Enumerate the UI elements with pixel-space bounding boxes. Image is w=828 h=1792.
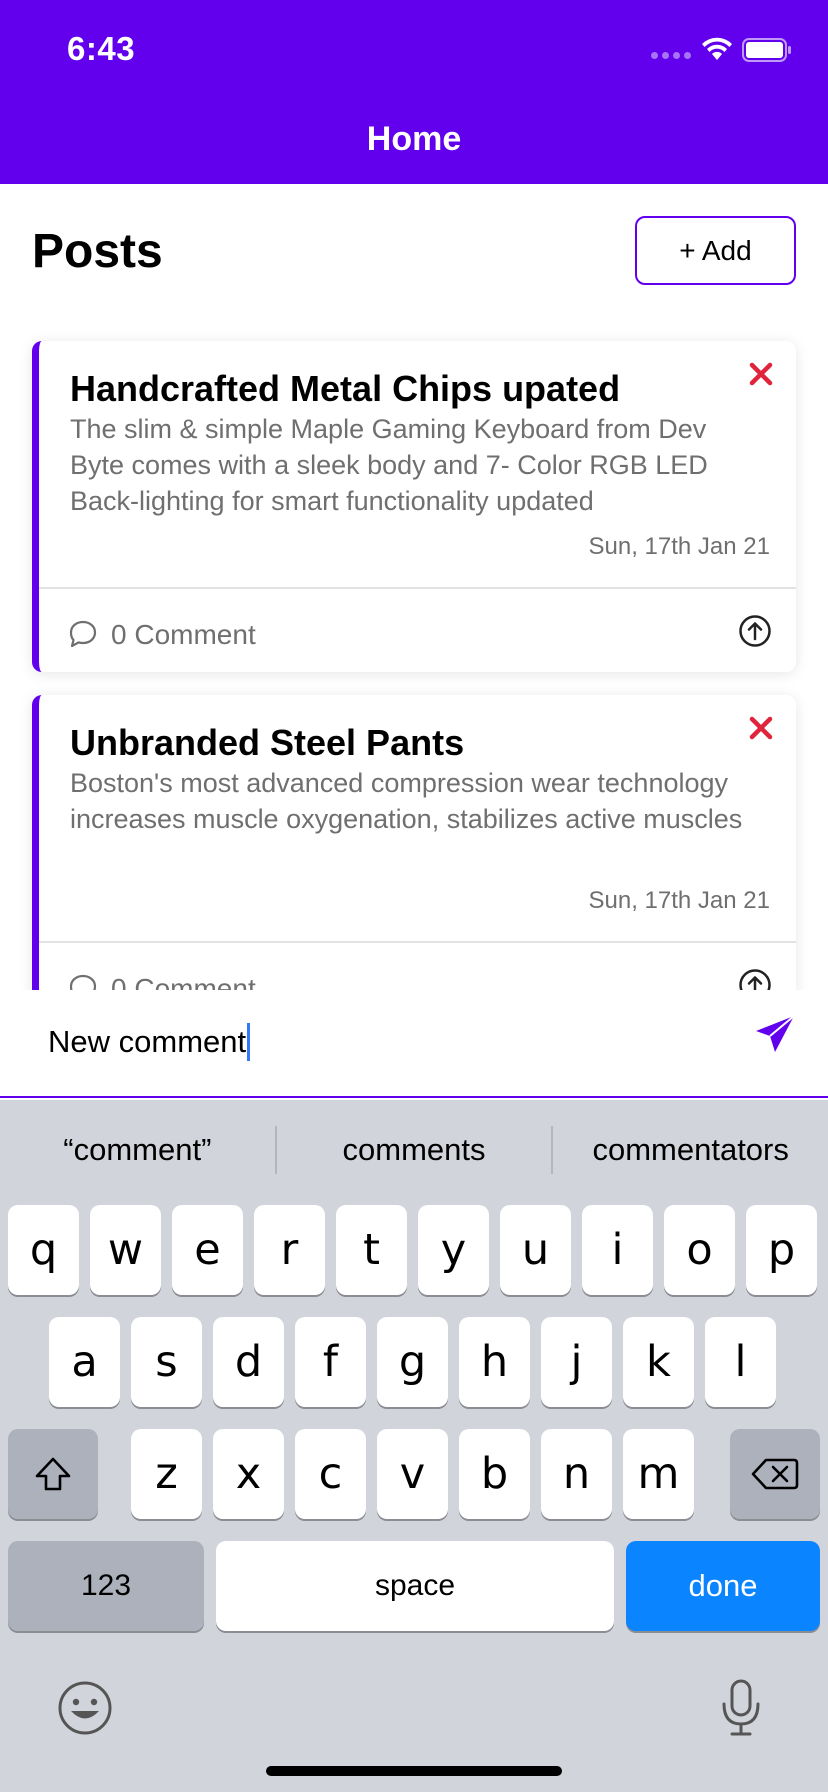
key-h[interactable]: h bbox=[459, 1317, 530, 1407]
backspace-key[interactable] bbox=[730, 1429, 820, 1519]
key-d[interactable]: d bbox=[213, 1317, 284, 1407]
key-c[interactable]: c bbox=[295, 1429, 366, 1519]
suggestion-item[interactable]: comments bbox=[277, 1132, 552, 1168]
comment-count[interactable]: 0 Comment bbox=[111, 619, 256, 651]
cellular-signal-icon bbox=[651, 52, 691, 62]
key-e[interactable]: e bbox=[172, 1205, 243, 1295]
post-date: Sun, 17th Jan 21 bbox=[588, 887, 770, 914]
key-a[interactable]: a bbox=[49, 1317, 120, 1407]
key-k[interactable]: k bbox=[623, 1317, 694, 1407]
key-m[interactable]: m bbox=[623, 1429, 694, 1519]
comment-icon[interactable] bbox=[68, 619, 98, 649]
key-w[interactable]: w bbox=[90, 1205, 161, 1295]
key-n[interactable]: n bbox=[541, 1429, 612, 1519]
comment-bar: New comment bbox=[0, 990, 828, 1098]
key-b[interactable]: b bbox=[459, 1429, 530, 1519]
key-g[interactable]: g bbox=[377, 1317, 448, 1407]
key-u[interactable]: u bbox=[500, 1205, 571, 1295]
close-icon[interactable] bbox=[746, 713, 776, 743]
key-o[interactable]: o bbox=[664, 1205, 735, 1295]
page-title: Posts bbox=[32, 225, 163, 278]
suggestion-bar: “comment” comments commentators bbox=[0, 1100, 828, 1200]
post-body: Boston's most advanced compression wear … bbox=[70, 768, 743, 834]
post-card[interactable]: Handcrafted Metal Chips upated The slim … bbox=[32, 341, 796, 672]
key-x[interactable]: x bbox=[213, 1429, 284, 1519]
backspace-icon bbox=[751, 1458, 799, 1490]
app-header: 6:43 Home bbox=[0, 0, 828, 184]
post-title: Unbranded Steel Pants bbox=[70, 722, 465, 763]
space-key[interactable]: space bbox=[216, 1541, 614, 1631]
add-post-button[interactable]: + Add bbox=[635, 216, 796, 285]
key-f[interactable]: f bbox=[295, 1317, 366, 1407]
comment-input-value: New comment bbox=[48, 1024, 247, 1059]
emoji-icon[interactable] bbox=[57, 1680, 113, 1736]
key-i[interactable]: i bbox=[582, 1205, 653, 1295]
numbers-key[interactable]: 123 bbox=[8, 1541, 204, 1631]
key-q[interactable]: q bbox=[8, 1205, 79, 1295]
key-y[interactable]: y bbox=[418, 1205, 489, 1295]
shift-icon bbox=[35, 1457, 71, 1491]
shift-key[interactable] bbox=[8, 1429, 98, 1519]
divider bbox=[39, 941, 796, 943]
key-l[interactable]: l bbox=[705, 1317, 776, 1407]
battery-icon bbox=[742, 38, 791, 62]
key-j[interactable]: j bbox=[541, 1317, 612, 1407]
post-body: The slim & simple Maple Gaming Keyboard … bbox=[70, 414, 708, 516]
suggestion-item[interactable]: “comment” bbox=[0, 1132, 275, 1168]
send-icon[interactable] bbox=[752, 1012, 798, 1058]
post-date: Sun, 17th Jan 21 bbox=[588, 533, 770, 560]
key-t[interactable]: t bbox=[336, 1205, 407, 1295]
key-s[interactable]: s bbox=[131, 1317, 202, 1407]
upload-icon[interactable] bbox=[738, 614, 772, 648]
suggestion-item[interactable]: commentators bbox=[553, 1132, 828, 1168]
status-time: 6:43 bbox=[67, 30, 136, 67]
text-caret bbox=[247, 1023, 251, 1061]
wifi-icon bbox=[702, 37, 732, 60]
post-title: Handcrafted Metal Chips upated bbox=[70, 368, 621, 409]
close-icon[interactable] bbox=[746, 359, 776, 389]
keyboard: “comment” comments commentators q w e r … bbox=[0, 1100, 828, 1792]
key-r[interactable]: r bbox=[254, 1205, 325, 1295]
done-key[interactable]: done bbox=[626, 1541, 820, 1631]
comment-input[interactable]: New comment bbox=[48, 1012, 728, 1072]
nav-title: Home bbox=[366, 120, 462, 158]
microphone-icon[interactable] bbox=[718, 1678, 764, 1738]
home-indicator[interactable] bbox=[266, 1766, 562, 1776]
post-card[interactable]: Unbranded Steel Pants Boston's most adva… bbox=[32, 695, 796, 1026]
divider bbox=[39, 587, 796, 589]
key-z[interactable]: z bbox=[131, 1429, 202, 1519]
key-p[interactable]: p bbox=[746, 1205, 817, 1295]
key-v[interactable]: v bbox=[377, 1429, 448, 1519]
